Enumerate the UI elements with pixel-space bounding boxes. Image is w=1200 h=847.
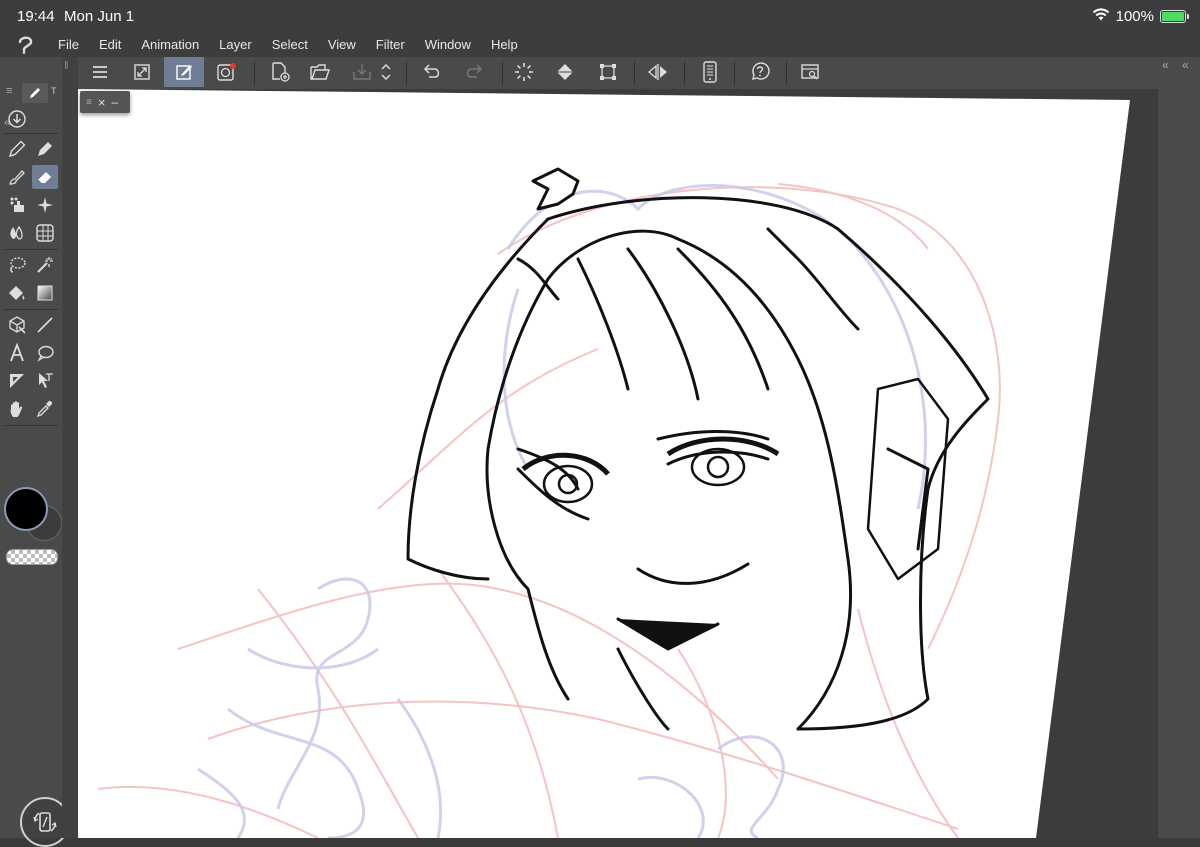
panel-close-button[interactable]: × bbox=[98, 95, 106, 110]
tab-text-tools[interactable]: T bbox=[51, 86, 57, 96]
menu-view[interactable]: View bbox=[318, 32, 366, 57]
up-down-icon bbox=[381, 63, 391, 81]
transform-button[interactable] bbox=[588, 57, 628, 87]
brush-tool[interactable] bbox=[4, 165, 30, 189]
settings-icon bbox=[801, 64, 819, 80]
eraser-tool[interactable] bbox=[32, 165, 58, 189]
transparent-color[interactable] bbox=[6, 549, 58, 565]
expand-canvas-button[interactable] bbox=[122, 57, 162, 87]
hand-tool[interactable] bbox=[4, 397, 30, 421]
expand-right-icon[interactable]: « bbox=[1182, 58, 1189, 72]
fill-tool[interactable] bbox=[4, 281, 30, 305]
menu-animation[interactable]: Animation bbox=[131, 32, 209, 57]
text-tool[interactable] bbox=[4, 341, 30, 365]
magic-wand-tool[interactable] bbox=[32, 253, 58, 277]
menu-edit[interactable]: Edit bbox=[89, 32, 131, 57]
pen-tool[interactable] bbox=[4, 137, 30, 161]
status-time: 19:44 bbox=[17, 8, 55, 25]
help-icon bbox=[752, 62, 770, 80]
loading-icon bbox=[515, 63, 533, 81]
flip-button[interactable] bbox=[638, 57, 678, 87]
new-file-icon bbox=[272, 62, 290, 82]
battery-percent: 100% bbox=[1115, 8, 1154, 25]
history-stepper-button[interactable] bbox=[374, 57, 398, 87]
redo-icon bbox=[466, 64, 483, 78]
line-tool[interactable] bbox=[32, 313, 58, 337]
sub-tool-download-icon[interactable] bbox=[4, 107, 30, 131]
canvas-drawing[interactable] bbox=[78, 89, 1158, 838]
save-icon bbox=[353, 64, 371, 80]
balloon-tool[interactable] bbox=[32, 341, 58, 365]
tool-tabs: ≡ T bbox=[0, 83, 62, 103]
canvas-paper bbox=[78, 89, 1130, 838]
menu-filter[interactable]: Filter bbox=[366, 32, 415, 57]
redo-button[interactable] bbox=[454, 57, 494, 87]
operation-tool[interactable] bbox=[32, 369, 58, 393]
fill-icon bbox=[557, 64, 573, 80]
floating-panel: ≡ × – bbox=[80, 91, 130, 113]
expand-left-icon[interactable]: « bbox=[1162, 58, 1169, 72]
open-file-button[interactable] bbox=[300, 57, 340, 87]
canvas-area[interactable] bbox=[78, 89, 1158, 838]
tool-palette: « ≡ T bbox=[0, 57, 70, 847]
companion-mode-icon bbox=[217, 63, 236, 81]
collapse-icon[interactable]: ‖ bbox=[64, 60, 69, 72]
menu-layer[interactable]: Layer bbox=[209, 32, 262, 57]
status-right: 100% bbox=[1092, 8, 1189, 25]
sparkle-tool[interactable] bbox=[32, 193, 58, 217]
app-logo-icon[interactable] bbox=[16, 34, 38, 54]
pen-tab-icon bbox=[30, 88, 40, 98]
menu-icon bbox=[93, 66, 107, 78]
menu-window[interactable]: Window bbox=[415, 32, 481, 57]
menu-help[interactable]: Help bbox=[481, 32, 528, 57]
lasso-tool[interactable] bbox=[4, 253, 30, 277]
command-bar bbox=[78, 57, 1158, 90]
clear-button[interactable] bbox=[504, 57, 544, 87]
menu-file[interactable]: File bbox=[48, 32, 89, 57]
main-color[interactable] bbox=[4, 487, 48, 531]
settings-button[interactable] bbox=[790, 57, 830, 87]
edit-canvas-icon bbox=[176, 65, 192, 80]
status-bar: 19:44 Mon Jun 1 100% bbox=[0, 0, 1200, 32]
menu-items: File Edit Animation Layer Select View Fi… bbox=[48, 32, 528, 57]
pencil-tool[interactable] bbox=[32, 137, 58, 161]
smartphone-icon bbox=[703, 61, 717, 83]
edit-canvas-button[interactable] bbox=[164, 57, 204, 87]
right-panel-dock: « « bbox=[1158, 57, 1200, 838]
menu-bar: File Edit Animation Layer Select View Fi… bbox=[0, 32, 1200, 57]
drag-handle-icon[interactable]: ≡ bbox=[6, 85, 12, 97]
menu-select[interactable]: Select bbox=[262, 32, 318, 57]
help-button[interactable] bbox=[740, 57, 780, 87]
tab-pen-tools[interactable] bbox=[22, 83, 48, 103]
ruler-tool[interactable] bbox=[4, 369, 30, 393]
rotate-icon bbox=[33, 812, 57, 832]
battery-icon bbox=[1160, 10, 1189, 23]
main-menu-button[interactable] bbox=[80, 57, 120, 87]
panel-strip: ‖ bbox=[62, 57, 78, 838]
undo-button[interactable] bbox=[412, 57, 452, 87]
new-file-button[interactable] bbox=[260, 57, 300, 87]
object-tool[interactable] bbox=[4, 313, 30, 337]
companion-mode-button[interactable] bbox=[206, 57, 246, 87]
wifi-icon bbox=[1092, 8, 1110, 25]
eyedropper-tool[interactable] bbox=[32, 397, 58, 421]
panel-handle-icon[interactable]: ≡ bbox=[86, 97, 92, 108]
gradient-tool[interactable] bbox=[32, 281, 58, 305]
blend-tool[interactable] bbox=[4, 221, 30, 245]
smartphone-button[interactable] bbox=[690, 57, 730, 87]
decoration-tool[interactable] bbox=[4, 193, 30, 217]
undo-icon bbox=[423, 64, 440, 78]
panel-minimize-button[interactable]: – bbox=[111, 95, 118, 109]
fill-selection-button[interactable] bbox=[546, 57, 586, 87]
open-file-icon bbox=[310, 64, 330, 80]
expand-canvas-icon bbox=[134, 64, 150, 80]
transform-icon bbox=[600, 64, 616, 80]
frame-border-tool[interactable] bbox=[32, 221, 58, 245]
status-date: Mon Jun 1 bbox=[64, 8, 135, 25]
flip-icon bbox=[648, 64, 667, 80]
